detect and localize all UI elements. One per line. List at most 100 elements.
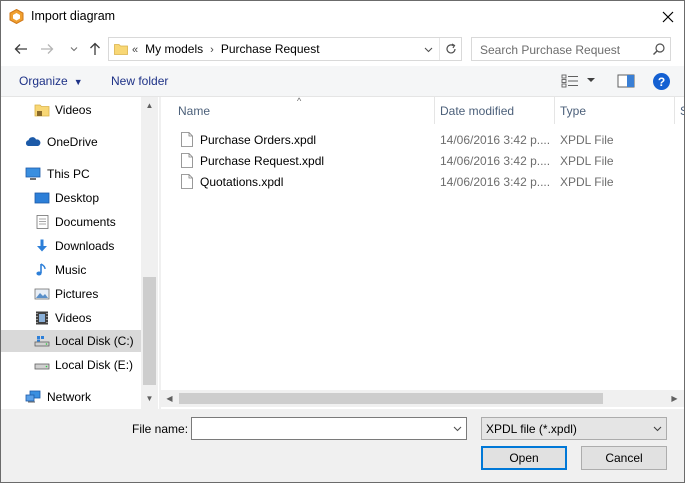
drive-icon — [34, 363, 50, 370]
sidebar-item-label: This PC — [47, 167, 90, 181]
breadcrumb-my-models[interactable]: My models — [145, 42, 203, 56]
scroll-right-icon[interactable]: ▶ — [669, 393, 680, 404]
view-options-dropdown[interactable] — [586, 75, 596, 85]
refresh-icon — [445, 43, 456, 54]
close-icon — [662, 11, 674, 23]
desktop-icon — [34, 192, 50, 204]
breadcrumb: « My models › Purchase Request — [132, 42, 320, 56]
sidebar-item-pictures[interactable]: Pictures — [1, 283, 141, 305]
file-type-value: XPDL file (*.xpdl) — [486, 422, 577, 436]
network-icon — [25, 390, 41, 403]
scrollbar-thumb[interactable] — [143, 277, 156, 385]
preview-pane-icon[interactable] — [617, 74, 635, 88]
window-title: Import diagram — [31, 9, 116, 23]
scroll-up-icon[interactable]: ▲ — [144, 100, 155, 111]
sidebar-item-label: Documents — [55, 215, 116, 229]
breadcrumb-overflow[interactable]: « — [132, 44, 138, 56]
cloud-icon — [25, 137, 41, 146]
open-button[interactable]: Open — [481, 446, 567, 470]
refresh-button[interactable] — [439, 38, 461, 60]
search-placeholder: Search Purchase Request — [480, 43, 621, 57]
film-icon — [36, 311, 48, 325]
up-arrow-icon — [90, 42, 100, 55]
address-history-button[interactable] — [421, 43, 435, 57]
sidebar-item-label: Local Disk (E:) — [55, 358, 134, 372]
music-note-icon — [36, 263, 46, 276]
help-button[interactable]: ? — [653, 73, 670, 90]
up-button[interactable] — [86, 40, 104, 58]
table-row[interactable]: Purchase Request.xpdl 14/06/2016 3:42 p.… — [161, 150, 684, 171]
breadcrumb-purchase-request[interactable]: Purchase Request — [221, 42, 320, 56]
organize-label: Organize — [19, 74, 68, 88]
folder-icon — [114, 44, 128, 55]
navigation-pane: Videos OneDrive This PC Desktop Document… — [1, 97, 159, 409]
file-icon — [181, 174, 193, 189]
column-header-name[interactable]: ^ Name — [161, 96, 435, 124]
help-icon: ? — [657, 74, 666, 89]
scroll-left-icon[interactable]: ◀ — [164, 393, 175, 404]
column-header-label: Name — [178, 104, 211, 118]
back-arrow-icon — [14, 44, 27, 54]
column-header-label: Date modified — [440, 104, 515, 118]
sidebar-item-label: Videos — [55, 103, 92, 117]
chevron-down-icon — [70, 47, 78, 52]
sidebar-item-downloads[interactable]: Downloads — [1, 235, 141, 257]
file-name: Purchase Request.xpdl — [200, 154, 325, 168]
breadcrumb-separator[interactable]: › — [210, 44, 214, 56]
sidebar-item-music[interactable]: Music — [1, 259, 141, 281]
table-row[interactable]: Purchase Orders.xpdl 14/06/2016 3:42 p..… — [161, 129, 684, 150]
file-name-label: File name: — [132, 422, 189, 436]
file-type: XPDL File — [560, 175, 614, 189]
sidebar-item-videos[interactable]: Videos — [1, 307, 141, 329]
back-button[interactable] — [12, 40, 30, 58]
sidebar-item-label: Downloads — [55, 239, 115, 253]
pictures-icon — [34, 288, 50, 300]
recent-locations-button[interactable] — [65, 40, 83, 58]
file-date: 14/06/2016 3:42 p.... — [440, 154, 551, 168]
column-header-date[interactable]: Date modified — [435, 97, 555, 124]
file-type-select[interactable]: XPDL file (*.xpdl) — [481, 417, 667, 440]
sidebar-item-this-pc[interactable]: This PC — [1, 163, 141, 185]
horizontal-scrollbar[interactable]: ◀ ▶ — [161, 390, 684, 407]
sidebar-item-onedrive[interactable]: OneDrive — [1, 131, 141, 153]
details-view-icon[interactable] — [561, 74, 579, 88]
file-date: 14/06/2016 3:42 p.... — [440, 133, 551, 147]
forward-button[interactable] — [38, 40, 56, 58]
column-header-size[interactable]: S — [675, 97, 684, 124]
navigation-bar: « My models › Purchase Request Search Purch… — [1, 32, 684, 66]
search-box[interactable]: Search Purchase Request — [471, 37, 671, 61]
sidebar-item-documents[interactable]: Documents — [1, 211, 141, 233]
bottom-panel: File name: XPDL file (*.xpdl) Open Cance… — [1, 409, 684, 482]
column-header-type[interactable]: Type — [555, 97, 675, 124]
file-name-input[interactable] — [191, 417, 467, 440]
chevron-down-icon — [424, 47, 432, 53]
sidebar-item-local-disk-c[interactable]: Local Disk (C:) — [1, 330, 141, 352]
organize-button[interactable]: Organize ▼ — [19, 74, 83, 88]
chevron-down-icon: ▼ — [73, 77, 83, 87]
sidebar-item-label: OneDrive — [47, 135, 98, 149]
sidebar-item-label: Desktop — [55, 191, 100, 205]
folder-icon — [34, 104, 50, 117]
file-name-dropdown-button[interactable] — [451, 423, 463, 435]
forward-arrow-icon — [41, 44, 54, 54]
sidebar-scrollbar[interactable]: ▲ ▼ — [141, 97, 158, 409]
sidebar-item-videos-quick[interactable]: Videos — [1, 99, 141, 121]
column-header-label: S — [680, 104, 684, 118]
sidebar-item-local-disk-e[interactable]: Local Disk (E:) — [1, 354, 141, 376]
sidebar-item-network[interactable]: Network — [1, 386, 141, 408]
scroll-down-icon[interactable]: ▼ — [144, 393, 155, 404]
close-button[interactable] — [653, 5, 683, 29]
address-bar[interactable]: « My models › Purchase Request — [108, 37, 462, 61]
sidebar-item-label: Pictures — [55, 287, 99, 301]
scrollbar-thumb[interactable] — [179, 393, 603, 404]
sidebar-item-label: Local Disk (C:) — [55, 334, 134, 348]
chevron-down-icon — [453, 426, 461, 432]
file-date: 14/06/2016 3:42 p.... — [440, 175, 551, 189]
download-arrow-icon — [37, 239, 47, 252]
sidebar-item-desktop[interactable]: Desktop — [1, 187, 141, 209]
file-name: Quotations.xpdl — [200, 175, 284, 189]
search-icon[interactable] — [652, 42, 666, 56]
cancel-button[interactable]: Cancel — [581, 446, 667, 470]
table-row[interactable]: Quotations.xpdl 14/06/2016 3:42 p.... XP… — [161, 171, 684, 192]
new-folder-button[interactable]: New folder — [111, 74, 168, 88]
